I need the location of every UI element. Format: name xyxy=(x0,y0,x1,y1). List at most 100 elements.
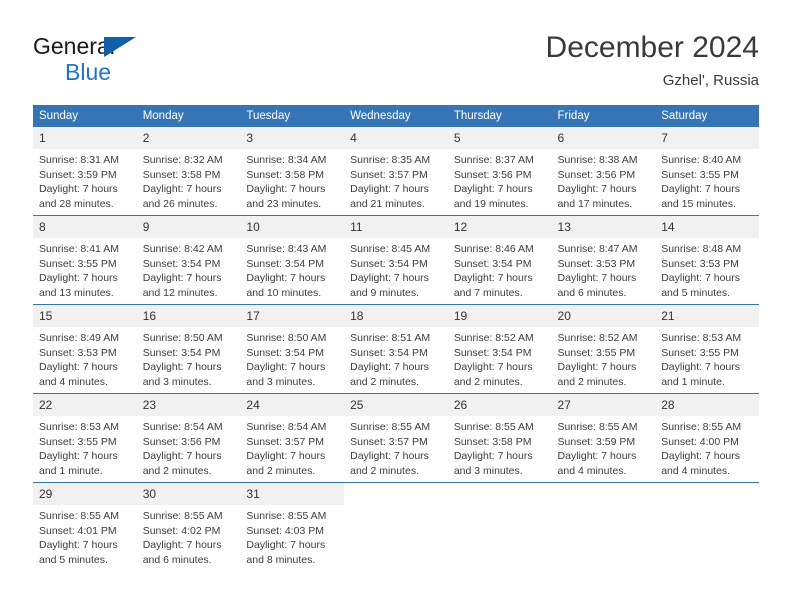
daylight-text-line2: and 3 minutes. xyxy=(453,464,523,477)
sunset-text: Sunset: 3:58 PM xyxy=(142,168,221,181)
daylight-text-line2: and 23 minutes. xyxy=(246,197,322,210)
calendar-day-cell[interactable]: 15 Sunrise: 8:49 AM Sunset: 3:53 PM Dayligh… xyxy=(33,304,137,394)
day-number xyxy=(551,483,656,505)
calendar-day-cell[interactable]: 26 Sunrise: 8:55 AM Sunset: 3:58 PM Dayligh… xyxy=(447,393,552,483)
calendar-table: Sunday Monday Tuesday Wednesday Thursday… xyxy=(33,105,759,571)
day-number: 6 xyxy=(551,127,656,149)
day-details: Sunrise: 8:50 AM Sunset: 3:54 PM Daylight:… xyxy=(240,327,344,389)
sunset-text: Sunset: 3:59 PM xyxy=(557,435,636,448)
day-number: 17 xyxy=(240,305,345,327)
sunrise-text: Sunrise: 8:53 AM xyxy=(39,421,119,433)
calendar-day-cell[interactable]: 2 Sunrise: 8:32 AM Sunset: 3:58 PM Daylight… xyxy=(136,127,241,216)
sunset-text: Sunset: 3:58 PM xyxy=(246,168,325,181)
daylight-text-line1: Daylight: 7 hours xyxy=(39,450,118,463)
day-details: Sunrise: 8:37 AM Sunset: 3:56 PM Daylight:… xyxy=(448,149,552,211)
day-number: 8 xyxy=(33,216,137,238)
day-number: 5 xyxy=(447,127,552,149)
daylight-text-line2: and 2 minutes. xyxy=(350,464,419,477)
calendar-day-cell[interactable]: 11 Sunrise: 8:45 AM Sunset: 3:54 PM Dayligh… xyxy=(344,215,448,305)
calendar-day-cell[interactable]: 21 Sunrise: 8:53 AM Sunset: 3:55 PM Dayligh… xyxy=(655,304,759,394)
weekday-header-friday: Friday xyxy=(551,105,656,127)
calendar-day-cell[interactable]: 30 Sunrise: 8:55 AM Sunset: 4:02 PM Dayligh… xyxy=(136,482,241,571)
calendar-day-cell[interactable]: 10 Sunrise: 8:43 AM Sunset: 3:54 PM Dayligh… xyxy=(240,215,345,305)
daylight-text-line1: Daylight: 7 hours xyxy=(453,361,533,374)
calendar-week-row: 29 Sunrise: 8:55 AM Sunset: 4:01 PM Dayligh… xyxy=(33,482,759,571)
daylight-text-line1: Daylight: 7 hours xyxy=(142,361,222,374)
sunrise-text: Sunrise: 8:55 AM xyxy=(39,510,119,522)
sunset-text: Sunset: 3:53 PM xyxy=(661,257,739,270)
daylight-text-line1: Daylight: 7 hours xyxy=(661,272,741,285)
calendar-day-cell[interactable]: 25 Sunrise: 8:55 AM Sunset: 3:57 PM Dayligh… xyxy=(344,393,448,483)
daylight-text-line1: Daylight: 7 hours xyxy=(661,450,741,463)
calendar-day-cell[interactable]: 1 Sunrise: 8:31 AM Sunset: 3:59 PM Daylight… xyxy=(33,127,137,216)
day-number: 23 xyxy=(136,394,241,416)
calendar-day-cell[interactable]: 3 Sunrise: 8:34 AM Sunset: 3:58 PM Daylight… xyxy=(240,127,345,216)
day-number: 12 xyxy=(447,216,552,238)
calendar-day-cell[interactable]: 5 Sunrise: 8:37 AM Sunset: 3:56 PM Daylight… xyxy=(447,127,552,216)
day-details: Sunrise: 8:49 AM Sunset: 3:53 PM Daylight:… xyxy=(33,327,137,389)
calendar-day-cell[interactable]: 14 Sunrise: 8:48 AM Sunset: 3:53 PM Dayligh… xyxy=(655,215,759,305)
calendar-day-cell[interactable]: 20 Sunrise: 8:52 AM Sunset: 3:55 PM Dayligh… xyxy=(551,304,656,394)
day-number: 25 xyxy=(344,394,448,416)
sunset-text: Sunset: 3:58 PM xyxy=(453,435,532,448)
daylight-text-line2: and 3 minutes. xyxy=(142,375,212,388)
day-details xyxy=(655,505,759,509)
calendar-day-cell[interactable]: 17 Sunrise: 8:50 AM Sunset: 3:54 PM Dayligh… xyxy=(240,304,345,394)
calendar-day-cell[interactable]: 7 Sunrise: 8:40 AM Sunset: 3:55 PM Daylight… xyxy=(655,127,759,216)
sunrise-text: Sunrise: 8:32 AM xyxy=(142,154,223,166)
day-number: 20 xyxy=(551,305,656,327)
sunrise-text: Sunrise: 8:55 AM xyxy=(557,421,638,433)
day-details xyxy=(552,505,656,509)
daylight-text-line2: and 4 minutes. xyxy=(39,375,108,388)
day-number: 7 xyxy=(655,127,759,149)
day-details: Sunrise: 8:55 AM Sunset: 3:58 PM Daylight:… xyxy=(448,416,552,478)
calendar-day-cell[interactable]: 29 Sunrise: 8:55 AM Sunset: 4:01 PM Dayligh… xyxy=(33,482,137,571)
calendar-day-cell[interactable]: 13 Sunrise: 8:47 AM Sunset: 3:53 PM Dayligh… xyxy=(551,215,656,305)
day-details: Sunrise: 8:35 AM Sunset: 3:57 PM Daylight:… xyxy=(344,149,448,211)
sunrise-text: Sunrise: 8:50 AM xyxy=(142,332,223,344)
calendar-day-cell[interactable]: 28 Sunrise: 8:55 AM Sunset: 4:00 PM Dayligh… xyxy=(655,393,759,483)
calendar-day-cell[interactable]: 24 Sunrise: 8:54 AM Sunset: 3:57 PM Dayligh… xyxy=(240,393,345,483)
day-details: Sunrise: 8:32 AM Sunset: 3:58 PM Daylight:… xyxy=(137,149,241,211)
calendar-day-cell[interactable]: 9 Sunrise: 8:42 AM Sunset: 3:54 PM Daylight… xyxy=(136,215,241,305)
sunrise-text: Sunrise: 8:55 AM xyxy=(661,421,742,433)
calendar-day-cell[interactable]: 22 Sunrise: 8:53 AM Sunset: 3:55 PM Dayligh… xyxy=(33,393,137,483)
day-number xyxy=(447,483,552,505)
daylight-text-line1: Daylight: 7 hours xyxy=(350,450,429,463)
calendar-day-cell[interactable]: 12 Sunrise: 8:46 AM Sunset: 3:54 PM Dayligh… xyxy=(447,215,552,305)
calendar-day-cell[interactable]: 18 Sunrise: 8:51 AM Sunset: 3:54 PM Dayligh… xyxy=(344,304,448,394)
sunrise-text: Sunrise: 8:52 AM xyxy=(453,332,534,344)
sunset-text: Sunset: 3:54 PM xyxy=(453,257,532,270)
calendar-day-cell[interactable]: 16 Sunrise: 8:50 AM Sunset: 3:54 PM Dayligh… xyxy=(136,304,241,394)
calendar-day-cell[interactable]: 23 Sunrise: 8:54 AM Sunset: 3:56 PM Dayligh… xyxy=(136,393,241,483)
daylight-text-line2: and 19 minutes. xyxy=(453,197,529,210)
sunrise-text: Sunrise: 8:41 AM xyxy=(39,243,119,255)
sunset-text: Sunset: 3:56 PM xyxy=(453,168,532,181)
sunrise-text: Sunrise: 8:55 AM xyxy=(142,510,223,522)
day-details: Sunrise: 8:52 AM Sunset: 3:54 PM Daylight:… xyxy=(448,327,552,389)
daylight-text-line2: and 6 minutes. xyxy=(142,553,212,566)
day-details: Sunrise: 8:53 AM Sunset: 3:55 PM Daylight:… xyxy=(655,327,759,389)
sunset-text: Sunset: 3:54 PM xyxy=(246,346,325,359)
daylight-text-line1: Daylight: 7 hours xyxy=(661,361,741,374)
page-title: December 2024 xyxy=(545,31,759,64)
day-number: 18 xyxy=(344,305,448,327)
calendar-day-cell[interactable]: 8 Sunrise: 8:41 AM Sunset: 3:55 PM Daylight… xyxy=(33,215,137,305)
calendar-day-cell[interactable]: 27 Sunrise: 8:55 AM Sunset: 3:59 PM Dayligh… xyxy=(551,393,656,483)
sunrise-text: Sunrise: 8:53 AM xyxy=(661,332,742,344)
day-number: 26 xyxy=(447,394,552,416)
sunset-text: Sunset: 3:54 PM xyxy=(350,346,428,359)
day-details: Sunrise: 8:34 AM Sunset: 3:58 PM Daylight:… xyxy=(240,149,344,211)
calendar-day-cell[interactable]: 19 Sunrise: 8:52 AM Sunset: 3:54 PM Dayligh… xyxy=(447,304,552,394)
calendar-day-cell[interactable]: 6 Sunrise: 8:38 AM Sunset: 3:56 PM Daylight… xyxy=(551,127,656,216)
calendar-week-row: 8 Sunrise: 8:41 AM Sunset: 3:55 PM Daylight… xyxy=(33,215,759,305)
daylight-text-line1: Daylight: 7 hours xyxy=(142,539,222,552)
calendar-day-cell[interactable]: 4 Sunrise: 8:35 AM Sunset: 3:57 PM Daylight… xyxy=(344,127,448,216)
daylight-text-line1: Daylight: 7 hours xyxy=(557,183,637,196)
sunset-text: Sunset: 3:55 PM xyxy=(661,346,739,359)
sunset-text: Sunset: 4:02 PM xyxy=(142,524,221,537)
day-details: Sunrise: 8:38 AM Sunset: 3:56 PM Daylight:… xyxy=(552,149,656,211)
calendar-day-cell[interactable]: 31 Sunrise: 8:55 AM Sunset: 4:03 PM Dayligh… xyxy=(240,482,345,571)
weekday-header-sunday: Sunday xyxy=(33,105,137,127)
sunset-text: Sunset: 3:54 PM xyxy=(142,346,221,359)
